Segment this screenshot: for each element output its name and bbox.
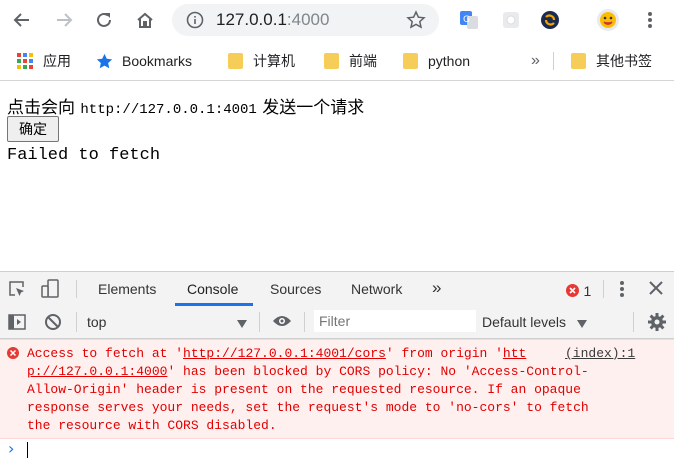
apps-grid-icon: [17, 53, 33, 69]
avatar[interactable]: [594, 6, 622, 34]
bookmark-label: 应用: [43, 53, 71, 69]
address-bar[interactable]: 127.0.0.1:4000: [172, 4, 439, 36]
tab-sources[interactable]: Sources: [270, 281, 321, 297]
error-text-part: Access to fetch at ': [27, 346, 184, 361]
url-text[interactable]: 127.0.0.1:4000: [216, 10, 329, 30]
folder-icon: [403, 53, 418, 69]
intro-suffix: 发送一个请求: [256, 98, 365, 118]
bookmark-folder-computer[interactable]: 计算机: [228, 50, 295, 72]
bookmarks-bar: 应用 Bookmarks 计算机 前端 python » 其他书签: [0, 42, 674, 81]
filter-input[interactable]: [314, 310, 476, 332]
divider: [259, 312, 260, 332]
prompt-chevron-icon: ›: [8, 439, 15, 458]
bookmark-label: 前端: [349, 53, 377, 69]
clear-console-icon[interactable]: [44, 313, 62, 336]
divider: [76, 312, 77, 332]
extension-icon[interactable]: [497, 6, 525, 34]
error-text-part: ' from origin ': [385, 346, 503, 361]
chevron-down-icon[interactable]: [577, 315, 587, 333]
intro-prefix: 点击会向: [7, 98, 81, 118]
error-icon: [566, 284, 579, 298]
bookmarks-overflow-button[interactable]: »: [531, 50, 540, 72]
error-icon: [7, 346, 19, 364]
divider: [553, 52, 554, 70]
translate-icon[interactable]: G: [455, 6, 483, 34]
error-count-badge[interactable]: 1: [566, 282, 591, 300]
console-prompt[interactable]: ›: [0, 438, 674, 462]
info-icon[interactable]: [186, 11, 204, 34]
close-icon[interactable]: [649, 281, 663, 300]
error-text: Access to fetch at 'http://127.0.0.1:400…: [27, 345, 627, 435]
url-host: 127.0.0.1: [216, 10, 287, 29]
browser-toolbar: 127.0.0.1:4000 G: [0, 0, 674, 40]
gear-icon[interactable]: [647, 312, 667, 337]
divider: [304, 312, 305, 332]
bookmark-apps[interactable]: 应用: [17, 50, 71, 72]
bookmark-label: python: [428, 53, 471, 69]
sync-icon[interactable]: [536, 6, 564, 34]
bookmark-bookmarks[interactable]: Bookmarks: [96, 50, 192, 72]
devtools-tabbar: Elements Console Sources Network » 1: [0, 271, 674, 307]
divider: [633, 312, 634, 332]
tab-console[interactable]: Console: [187, 281, 238, 297]
bookmark-label: 计算机: [253, 53, 295, 69]
intro-text: 点击会向 http://127.0.0.1:4001 发送一个请求: [7, 93, 364, 118]
console-error-message: Access to fetch at 'http://127.0.0.1:400…: [0, 339, 674, 439]
context-select[interactable]: top: [87, 314, 106, 330]
star-icon: [96, 53, 113, 69]
chevron-down-icon[interactable]: [237, 315, 247, 333]
log-levels-label: Default levels: [482, 314, 567, 330]
error-text-part: Allow-Origin' header is present on the r…: [27, 382, 581, 397]
origin-url-link[interactable]: p://127.0.0.1:4000: [27, 364, 167, 379]
url-port: :4000: [286, 10, 330, 29]
error-text-part: ' has been blocked by CORS policy: No 'A…: [167, 364, 589, 379]
origin-url-link[interactable]: htt: [503, 346, 526, 361]
folder-icon: [228, 53, 243, 69]
more-tabs-button[interactable]: »: [432, 278, 441, 298]
error-url-link[interactable]: http://127.0.0.1:4001/cors: [183, 346, 386, 361]
error-text-part: response serves your needs, set the requ…: [27, 400, 589, 415]
divider: [603, 280, 604, 298]
devtools-menu-icon[interactable]: [619, 280, 625, 303]
error-count: 1: [583, 282, 592, 299]
confirm-button[interactable]: 确定: [7, 116, 59, 142]
reload-icon[interactable]: [90, 6, 118, 34]
divider: [76, 280, 77, 298]
tab-network[interactable]: Network: [351, 281, 402, 297]
device-toggle-icon[interactable]: [40, 279, 60, 304]
log-levels-select[interactable]: Default levels: [482, 314, 566, 330]
bookmark-label: Bookmarks: [122, 53, 193, 69]
svg-text:G: G: [463, 15, 470, 25]
folder-icon: [571, 53, 586, 69]
tab-elements[interactable]: Elements: [98, 281, 156, 297]
result-text: Failed to fetch: [7, 146, 161, 165]
home-icon[interactable]: [131, 6, 159, 34]
star-icon[interactable]: [406, 10, 426, 35]
inspect-element-icon[interactable]: [8, 280, 26, 303]
sidebar-toggle-icon[interactable]: [8, 313, 26, 336]
intro-url: http://127.0.0.1:4001: [80, 102, 257, 118]
bookmark-folder-python[interactable]: python: [403, 50, 470, 72]
forward-arrow-icon[interactable]: [50, 6, 78, 34]
back-arrow-icon[interactable]: [8, 6, 36, 34]
bookmark-other[interactable]: 其他书签: [571, 50, 652, 72]
text-cursor: [27, 442, 28, 458]
page-content: 点击会向 http://127.0.0.1:4001 发送一个请求 确定 Fai…: [0, 81, 674, 271]
eye-icon[interactable]: [272, 314, 292, 333]
folder-icon: [324, 53, 339, 69]
bookmark-label: 其他书签: [596, 53, 652, 69]
error-text-part: the resource with CORS disabled.: [27, 418, 277, 433]
console-toolbar: top Default levels: [0, 306, 674, 339]
error-source-link[interactable]: (index):1: [565, 345, 635, 363]
bookmark-folder-frontend[interactable]: 前端: [324, 50, 377, 72]
menu-icon[interactable]: [636, 6, 664, 34]
